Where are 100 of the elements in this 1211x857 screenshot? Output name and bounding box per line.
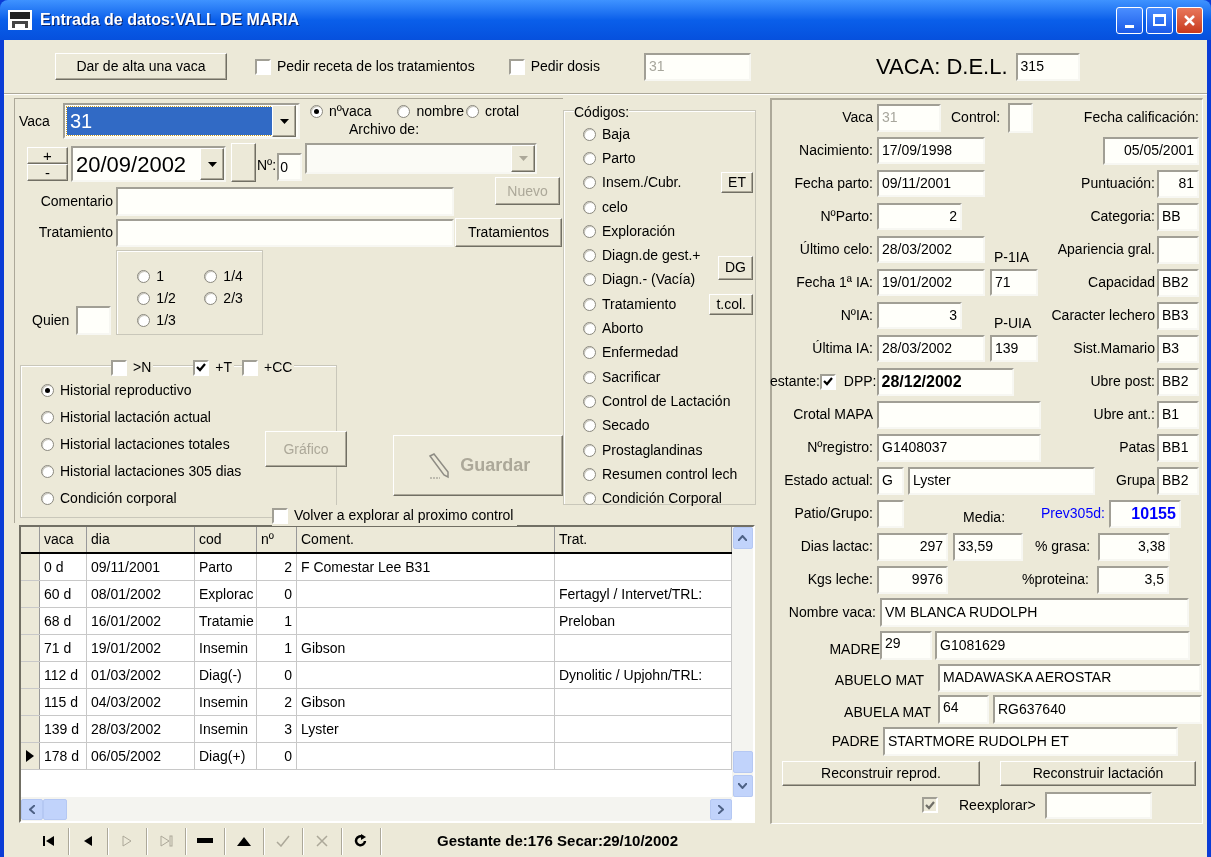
radio-option[interactable]: 1/2 (137, 287, 205, 309)
checkbox-option[interactable]: +T (193, 357, 235, 378)
text-field[interactable] (877, 400, 1041, 429)
column-header[interactable]: Coment. (297, 527, 555, 552)
close-button[interactable] (1176, 6, 1203, 34)
text-field[interactable]: G (877, 466, 904, 495)
text-field[interactable]: RG637640 (993, 694, 1202, 724)
who-field[interactable] (76, 306, 112, 335)
text-field[interactable]: 3,5 (1096, 565, 1169, 594)
code-button[interactable]: DG (718, 255, 753, 280)
radio-option[interactable]: Insem./Cubr. (583, 172, 682, 194)
checkbox-option[interactable]: Pedir receta de los tratamientos (255, 56, 475, 77)
text-field[interactable]: B1 (1157, 400, 1199, 429)
text-field[interactable]: 10155 (1108, 499, 1181, 528)
text-field[interactable]: BB (1157, 202, 1199, 231)
text-field[interactable]: B3 (1157, 334, 1199, 363)
checkbox-option[interactable]: +CC (242, 357, 295, 378)
radio-option[interactable]: Exploración (583, 220, 676, 242)
radio-option[interactable]: Aborto (583, 318, 644, 339)
horizontal-scrollbar[interactable] (21, 797, 732, 821)
text-field[interactable]: 3 (877, 302, 962, 329)
code-button[interactable]: ET (721, 172, 753, 194)
radio-option[interactable]: Historial lactación actual (41, 404, 211, 431)
scroll-left-button[interactable] (21, 798, 43, 820)
radio-option[interactable]: Sacrificar (583, 366, 661, 388)
radio-option[interactable]: nombre (397, 100, 464, 122)
add-cow-button[interactable]: Dar de alta una vaca (55, 53, 227, 80)
radio-option[interactable]: nºvaca (310, 100, 372, 122)
decrement-button[interactable]: - (27, 164, 68, 181)
text-field[interactable]: 71 (990, 269, 1038, 296)
comment-field[interactable] (116, 187, 454, 216)
radio-option[interactable]: Historial lactaciones totales (41, 431, 230, 458)
minimize-button[interactable] (1116, 6, 1143, 34)
text-field[interactable]: 33,59 (953, 532, 1023, 561)
checkbox-option[interactable]: Pedir dosis (508, 56, 600, 77)
rebuild-button[interactable]: Reconstruir lactación (1000, 760, 1196, 786)
text-field[interactable]: BB3 (1157, 301, 1199, 330)
text-field[interactable]: 28/12/2002 (876, 367, 1014, 396)
text-field[interactable]: 17/09/1998 (877, 137, 985, 164)
text-field[interactable]: G1408037 (877, 433, 1041, 462)
row-indicator[interactable] (21, 743, 40, 769)
text-field[interactable]: 64 (938, 694, 989, 724)
column-header[interactable]: nº (257, 527, 297, 552)
text-field[interactable]: 297 (877, 532, 948, 561)
text-field[interactable]: BB2 (1157, 367, 1199, 396)
text-field[interactable]: 9976 (877, 565, 948, 594)
text-field[interactable]: MADAWASKA AEROSTAR (938, 663, 1201, 692)
text-field[interactable] (877, 499, 904, 528)
radio-option[interactable]: 1/4 (204, 265, 265, 287)
radio-option[interactable]: Condición Corporal (583, 488, 722, 510)
radio-option[interactable]: 1 (137, 265, 205, 287)
cow-combobox[interactable]: 31 (63, 103, 300, 139)
text-field[interactable]: BB2 (1157, 268, 1199, 297)
maximize-button[interactable] (1146, 6, 1173, 34)
vertical-scrollbar[interactable] (732, 527, 753, 797)
code-button[interactable]: t.col. (709, 293, 753, 315)
text-field[interactable] (1008, 102, 1034, 133)
radio-option[interactable]: celo (583, 196, 628, 218)
treatments-button[interactable]: Tratamientos (455, 218, 562, 247)
text-field[interactable]: 139 (990, 335, 1038, 362)
date-combobox[interactable]: 20/09/2002 (71, 146, 226, 182)
radio-option[interactable]: Diagn.- (Vacía) (583, 269, 696, 291)
text-field[interactable] (1044, 791, 1152, 819)
radio-option[interactable]: Tratamiento (583, 293, 677, 315)
text-field[interactable]: 28/03/2002 (877, 236, 985, 263)
rebuild-button[interactable]: Reconstruir reprod. (782, 760, 980, 786)
checkbox-option[interactable]: >N (111, 357, 154, 378)
text-field[interactable]: 09/11/2001 (877, 170, 985, 197)
treatment-field[interactable] (116, 218, 454, 247)
radio-option[interactable]: Resumen control lech (583, 463, 738, 485)
text-field[interactable]: BB1 (1157, 433, 1199, 462)
text-field[interactable]: 3,38 (1098, 532, 1171, 561)
scroll-right-button[interactable] (710, 798, 732, 820)
column-header[interactable]: cod (195, 527, 257, 552)
column-header[interactable]: vaca (40, 527, 87, 552)
radio-option[interactable]: Diagn.de gest.+ (583, 245, 701, 267)
radio-option[interactable]: Enfermedad (583, 342, 679, 364)
text-field[interactable]: Lyster (908, 466, 1095, 495)
text-field[interactable]: BB2 (1157, 466, 1199, 495)
number-field[interactable]: 0 (277, 153, 303, 181)
radio-option[interactable]: 2/3 (204, 287, 265, 309)
text-field[interactable]: 29 (880, 631, 932, 660)
blank-button[interactable] (231, 143, 256, 182)
radio-option[interactable]: Historial lactaciones 305 dias (41, 458, 242, 485)
text-field[interactable]: 19/01/2002 (877, 269, 985, 296)
text-field[interactable]: STARTMORE RUDOLPH ET (883, 727, 1178, 756)
scroll-thumb[interactable] (43, 798, 67, 820)
radio-option[interactable]: Prostaglandinas (583, 439, 703, 461)
text-field[interactable]: 2 (877, 203, 962, 230)
column-header[interactable]: dia (87, 527, 195, 552)
radio-option[interactable]: crotal (465, 100, 520, 122)
radio-option[interactable]: Control de Lactación (583, 390, 731, 412)
scroll-up-button[interactable] (732, 527, 753, 549)
radio-option[interactable]: Baja (583, 123, 631, 145)
text-field[interactable]: 05/05/2001 (1103, 136, 1199, 165)
radio-option[interactable]: Secado (583, 415, 650, 437)
text-field[interactable] (1157, 235, 1199, 264)
increment-button[interactable]: + (27, 147, 68, 164)
text-field[interactable]: 28/03/2002 (877, 335, 985, 362)
text-field[interactable]: 81 (1157, 169, 1199, 198)
